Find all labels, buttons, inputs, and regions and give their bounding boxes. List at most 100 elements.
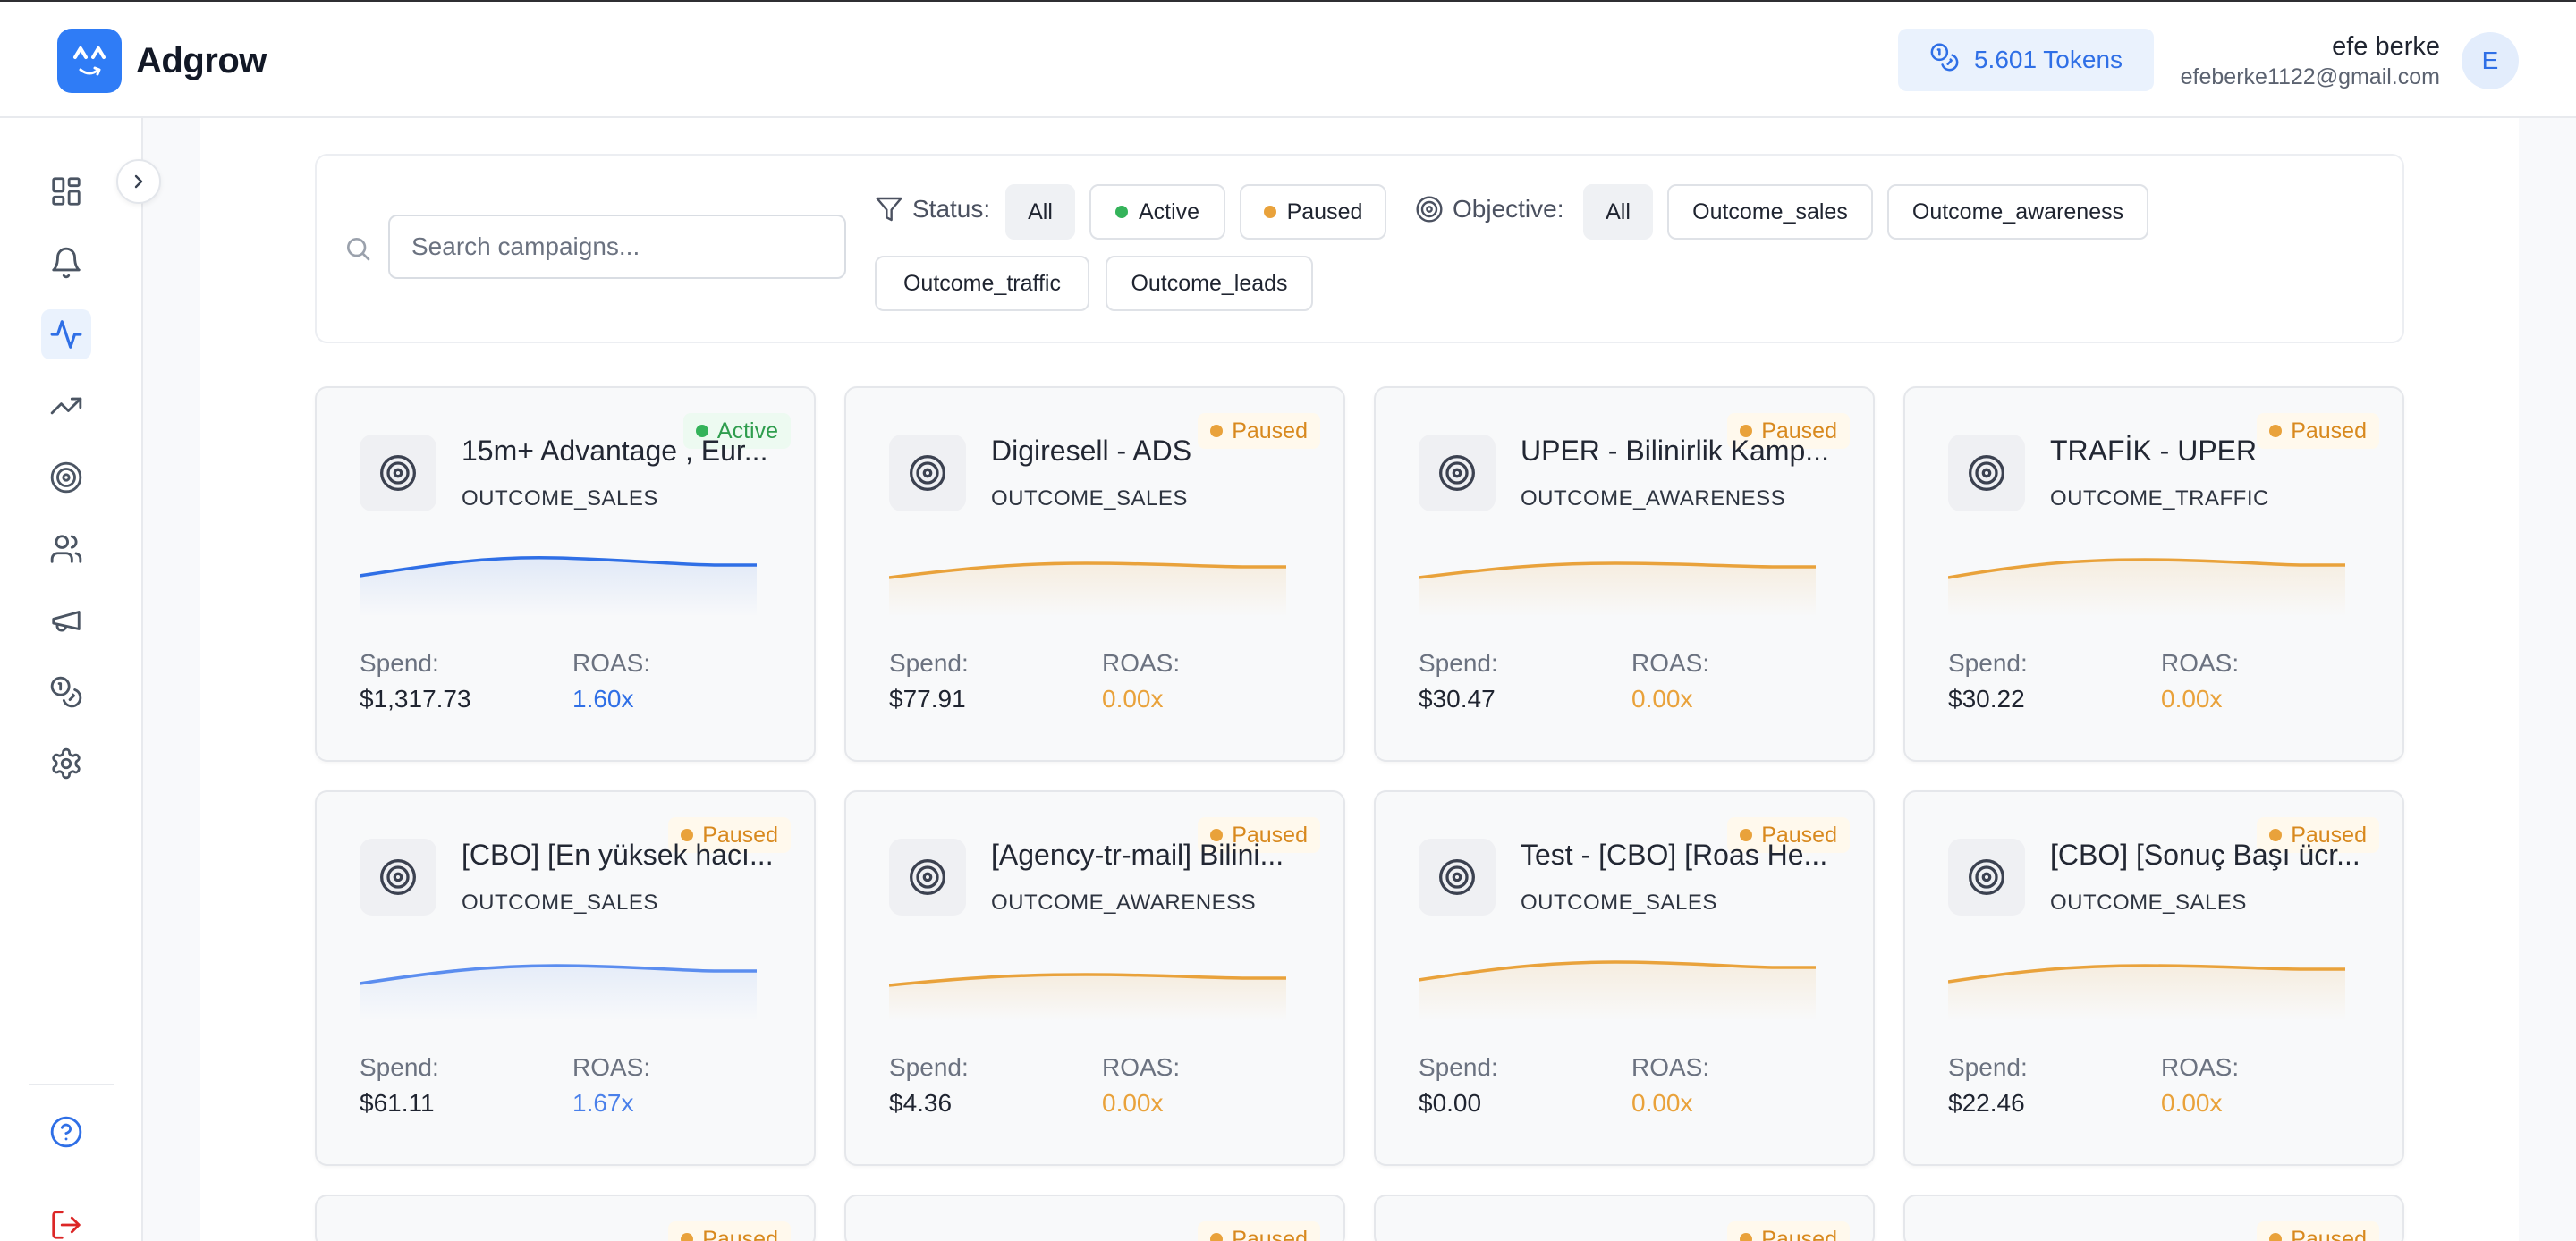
filter-icon (876, 197, 902, 222)
spend-sparkline (889, 973, 1286, 1021)
status-badge: Paused (2257, 1221, 2379, 1241)
roas-value: 0.00x (2161, 685, 2223, 713)
status-chip-paused[interactable]: Paused (1240, 184, 1386, 240)
campaign-title: [Agency-tr-mail] Bilini... (991, 839, 1284, 871)
spend-sparkline (1948, 558, 2345, 617)
coins-icon (1929, 42, 1960, 79)
objective-chip-awareness[interactable]: Outcome_awareness (1887, 184, 2148, 240)
sidebar-item-help[interactable] (41, 1107, 91, 1157)
campaign-card[interactable]: Paused [CBO] [En yüksek hacı... OUTCOME_… (315, 790, 816, 1166)
roas-label: ROAS: (2161, 649, 2240, 677)
campaign-card[interactable]: Paused [Agency-tr-mail] Bilini... OUTCOM… (844, 790, 1345, 1166)
status-label-text: Status: (912, 195, 991, 223)
chip-label: Paused (1286, 198, 1363, 224)
spend-value: $30.47 (1419, 685, 1496, 713)
campaign-card[interactable]: Paused Test - [CBO] [Roas He... OUTCOME_… (1374, 790, 1875, 1166)
roas-label: ROAS: (2161, 1053, 2240, 1081)
objective-chip-all[interactable]: All (1583, 184, 1653, 240)
objective-chip-sales[interactable]: Outcome_sales (1667, 184, 1873, 240)
campaign-card[interactable]: Paused (844, 1195, 1345, 1241)
spend-sparkline (889, 561, 1286, 617)
sidebar-item-trends[interactable] (41, 381, 91, 431)
campaign-card[interactable]: Active 15m+ Advantage , Eur... OUTCOME_S… (315, 386, 816, 762)
sidebar-item-targets[interactable] (41, 452, 91, 502)
sidebar-collapse-button[interactable] (116, 159, 161, 204)
roas-label: ROAS: (1102, 1053, 1181, 1081)
target-icon (1419, 435, 1496, 511)
campaign-title: [CBO] [En yüksek hacı... (462, 839, 774, 871)
sidebar-item-campaigns[interactable] (41, 595, 91, 646)
sidebar-item-users[interactable] (41, 524, 91, 574)
spend-label: Spend: (1419, 1053, 1498, 1081)
chip-label: All (1606, 198, 1631, 224)
status-badge-label: Paused (702, 1226, 778, 1241)
target-icon (360, 435, 436, 511)
chevron-right-icon (134, 174, 143, 189)
spend-label: Spend: (1948, 1053, 2028, 1081)
campaign-card[interactable]: Paused (315, 1195, 816, 1241)
sidebar-item-settings[interactable] (41, 739, 91, 789)
help-circle-icon (50, 1116, 82, 1148)
roas-value: 1.67x (572, 1089, 634, 1117)
status-chip-active[interactable]: Active (1089, 184, 1225, 240)
tokens-button[interactable]: 5.601 Tokens (1898, 29, 2154, 91)
spend-sparkline (360, 964, 757, 1021)
search-input[interactable] (388, 215, 846, 279)
sidebar-item-tokens[interactable] (41, 667, 91, 717)
dashboard-icon (52, 177, 80, 206)
campaign-title: Digiresell - ADS (991, 435, 1192, 467)
target-icon (889, 839, 966, 916)
objective-filter-label: Objective: (1415, 195, 1564, 224)
campaign-card[interactable]: Paused TRAFİK - UPER OUTCOME_TRAFFIC Spe… (1903, 386, 2404, 762)
roas-label: ROAS: (1631, 649, 1710, 677)
chip-label: Outcome_traffic (902, 270, 1061, 296)
roas-label: ROAS: (572, 649, 651, 677)
spend-value: $22.46 (1948, 1089, 2025, 1117)
logout-icon (52, 1211, 80, 1239)
sidebar (0, 118, 143, 1241)
status-chip-all[interactable]: All (1005, 184, 1075, 240)
sidebar-item-notifications[interactable] (41, 238, 91, 288)
tokens-count: 5.601 Tokens (1973, 46, 2123, 73)
sidebar-item-activity[interactable] (41, 309, 91, 359)
activity-icon (50, 320, 82, 349)
paused-dot-icon (1210, 1233, 1224, 1241)
target-icon (50, 461, 82, 494)
spend-label: Spend: (1419, 649, 1498, 677)
campaign-card[interactable]: Paused Digiresell - ADS OUTCOME_SALES Sp… (844, 386, 1345, 762)
chip-label: All (1028, 198, 1053, 224)
campaign-card[interactable]: Paused (1374, 1195, 1875, 1241)
user-info[interactable]: efe berke efeberke1122@gmail.com (2181, 30, 2440, 91)
adgrow-logo-icon[interactable] (57, 29, 122, 93)
paused-dot-icon (1740, 1233, 1753, 1241)
campaign-objective: OUTCOME_SALES (1521, 891, 1717, 915)
spend-sparkline (1948, 964, 2345, 1021)
spend-value: $77.91 (889, 685, 966, 713)
spend-label: Spend: (360, 649, 439, 677)
objective-chip-leads[interactable]: Outcome_leads (1106, 256, 1313, 311)
campaign-title: 15m+ Advantage , Eur... (462, 435, 768, 467)
roas-label: ROAS: (572, 1053, 651, 1081)
sidebar-item-dashboard[interactable] (41, 166, 91, 216)
active-dot-icon (1114, 206, 1128, 218)
campaign-card[interactable]: Paused (1903, 1195, 2404, 1241)
paused-dot-icon (1263, 206, 1276, 218)
campaign-card[interactable]: Paused UPER - Bilinirlik Kamp... OUTCOME… (1374, 386, 1875, 762)
paused-dot-icon (681, 1233, 694, 1241)
spend-label: Spend: (889, 1053, 969, 1081)
chip-label: Outcome_awareness (1911, 198, 2124, 224)
campaign-objective: OUTCOME_SALES (991, 486, 1188, 511)
roas-value: 0.00x (1102, 685, 1164, 713)
spend-label: Spend: (360, 1053, 439, 1081)
status-badge: Paused (1198, 1221, 1320, 1241)
spend-value: $61.11 (360, 1089, 435, 1117)
sidebar-item-logout[interactable] (41, 1200, 91, 1241)
status-filter-label: Status: (875, 195, 990, 224)
bell-icon (52, 247, 80, 279)
objective-chip-traffic[interactable]: Outcome_traffic (875, 256, 1089, 311)
spend-label: Spend: (889, 649, 969, 677)
target-icon (1419, 839, 1496, 916)
campaign-card[interactable]: Paused [CBO] [Sonuç Başı ücr... OUTCOME_… (1903, 790, 2404, 1166)
avatar[interactable]: E (2462, 32, 2519, 89)
campaign-title: UPER - Bilinirlik Kamp... (1521, 435, 1829, 467)
